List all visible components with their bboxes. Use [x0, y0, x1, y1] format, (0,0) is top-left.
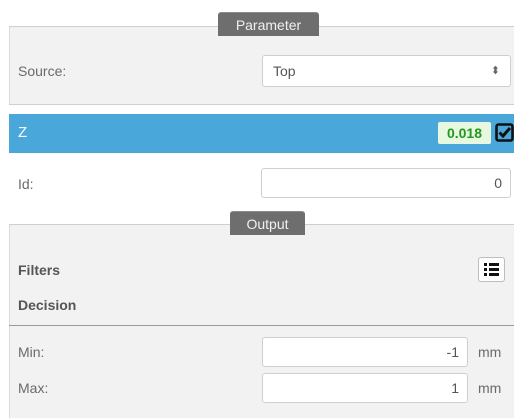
checkbox-checked-icon[interactable]	[495, 123, 514, 142]
filters-label: Filters	[18, 262, 61, 278]
z-label: Z	[18, 124, 28, 141]
max-unit: mm	[478, 380, 502, 396]
source-select[interactable]: Top ⬍	[262, 55, 511, 87]
filters-button[interactable]	[478, 257, 505, 282]
source-label: Source:	[18, 63, 67, 79]
min-label: Min:	[18, 344, 45, 360]
source-select-value: Top	[273, 63, 296, 79]
list-icon	[484, 263, 499, 276]
decision-divider	[9, 325, 514, 326]
max-input[interactable]: 1	[262, 373, 468, 403]
min-unit: mm	[478, 344, 502, 360]
decision-label: Decision	[18, 297, 77, 313]
parameter-bottom-line	[9, 104, 514, 105]
max-label: Max:	[18, 380, 49, 396]
output-divider-left	[9, 224, 230, 225]
output-section-title: Output	[230, 211, 305, 235]
z-row[interactable]: Z 0.018	[9, 114, 514, 153]
output-divider-right	[305, 224, 514, 225]
min-input[interactable]: -1	[262, 337, 468, 367]
parameter-divider-left	[9, 26, 218, 27]
parameter-divider-right	[319, 26, 514, 27]
z-value-badge: 0.018	[438, 122, 491, 144]
parameter-section-title: Parameter	[218, 12, 319, 36]
id-input[interactable]: 0	[261, 168, 511, 198]
id-label: Id:	[18, 176, 34, 192]
select-arrows-icon: ⬍	[490, 65, 500, 77]
